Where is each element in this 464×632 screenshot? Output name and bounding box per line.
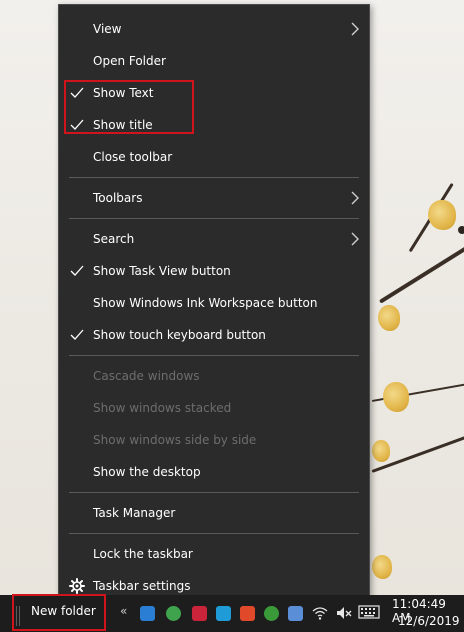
clock-date[interactable]: 12/6/2019 (398, 614, 460, 628)
menu-item-show-desktop[interactable]: Show the desktop (59, 456, 369, 488)
menu-separator (69, 533, 359, 534)
menu-item-label: Show windows side by side (93, 433, 257, 447)
menu-item-close-toolbar[interactable]: Close toolbar (59, 141, 369, 173)
gear-icon (69, 578, 85, 594)
touch-keyboard-icon[interactable] (358, 604, 380, 620)
menu-item-label: View (93, 22, 122, 36)
annotation-box-new-folder (12, 594, 106, 631)
menu-item-open-folder[interactable]: Open Folder (59, 45, 369, 77)
menu-item-label: Search (93, 232, 135, 246)
tray-app-icon[interactable] (288, 606, 303, 621)
blossom (383, 382, 409, 412)
menu-item-cascade-windows: Cascade windows (59, 360, 369, 392)
chevron-right-icon (351, 232, 359, 246)
volume-muted-icon[interactable] (336, 605, 352, 621)
menu-item-label: Toolbars (93, 191, 143, 205)
chevron-right-icon (351, 22, 359, 36)
blossom (378, 305, 400, 331)
menu-item-label: Show touch keyboard button (93, 328, 266, 342)
menu-item-toolbars[interactable]: Toolbars (59, 182, 369, 214)
chevron-right-icon (351, 191, 359, 205)
tray-app-icon[interactable] (140, 606, 155, 621)
menu-item-label: Show Task View button (93, 264, 231, 278)
menu-item-label: Show windows stacked (93, 401, 232, 415)
menu-separator (69, 492, 359, 493)
menu-separator (69, 355, 359, 356)
tray-app-icon[interactable] (216, 606, 231, 621)
tray-app-icon[interactable] (240, 606, 255, 621)
menu-item-windows-side-by-side: Show windows side by side (59, 424, 369, 456)
menu-item-show-task-view[interactable]: Show Task View button (59, 255, 369, 287)
menu-item-label: Cascade windows (93, 369, 200, 383)
checkmark-icon (70, 265, 84, 276)
menu-item-lock-taskbar[interactable]: Lock the taskbar (59, 538, 369, 570)
menu-item-label: Lock the taskbar (93, 547, 193, 561)
wallpaper-branch (378, 242, 464, 304)
menu-separator (69, 218, 359, 219)
wifi-icon[interactable] (312, 605, 328, 621)
tray-app-icon[interactable] (192, 606, 207, 621)
menu-item-label: Taskbar settings (93, 579, 191, 593)
menu-separator (69, 177, 359, 178)
toolbar-overflow-chevron[interactable]: « (120, 604, 127, 618)
menu-item-task-manager[interactable]: Task Manager (59, 497, 369, 529)
blossom (372, 555, 392, 579)
menu-item-label: Task Manager (93, 506, 176, 520)
menu-item-view[interactable]: View (59, 13, 369, 45)
menu-item-show-ink-workspace[interactable]: Show Windows Ink Workspace button (59, 287, 369, 319)
menu-item-search[interactable]: Search (59, 223, 369, 255)
menu-item-windows-stacked: Show windows stacked (59, 392, 369, 424)
blossom (372, 440, 390, 462)
menu-item-label: Open Folder (93, 54, 166, 68)
menu-item-label: Show the desktop (93, 465, 201, 479)
tray-app-icon[interactable] (166, 606, 181, 621)
branch-knot (458, 226, 464, 234)
checkmark-icon (70, 329, 84, 340)
tray-app-icon[interactable] (264, 606, 279, 621)
blossom (428, 200, 456, 230)
annotation-box-show-options (64, 80, 194, 134)
menu-item-label: Show Windows Ink Workspace button (93, 296, 318, 310)
menu-item-label: Close toolbar (93, 150, 173, 164)
menu-item-show-touch-keyboard[interactable]: Show touch keyboard button (59, 319, 369, 351)
